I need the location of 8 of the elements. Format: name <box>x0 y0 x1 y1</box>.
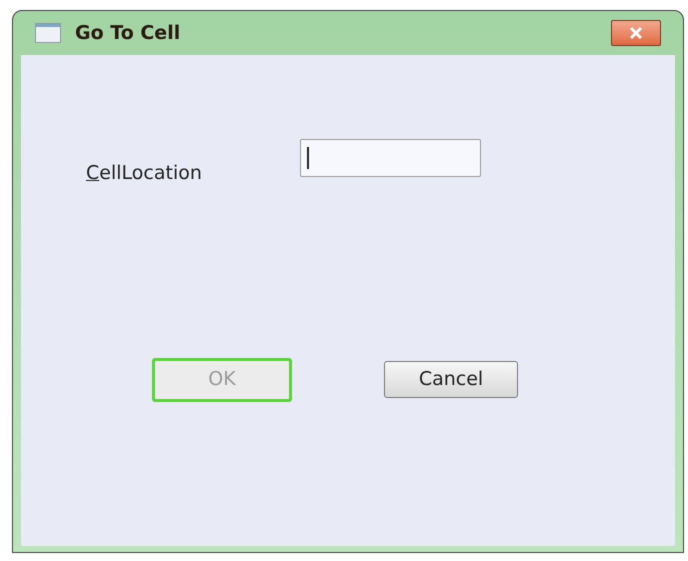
field-label: CellLocation <box>86 161 203 186</box>
dialog-button[interactable]: Cancel <box>384 361 518 398</box>
window-icon <box>35 23 61 43</box>
close-icon <box>628 26 644 40</box>
close-button[interactable] <box>611 20 661 46</box>
cell-location-field[interactable] <box>300 139 481 177</box>
text-cursor <box>307 147 309 169</box>
window-title: Go To Cell <box>75 20 182 46</box>
